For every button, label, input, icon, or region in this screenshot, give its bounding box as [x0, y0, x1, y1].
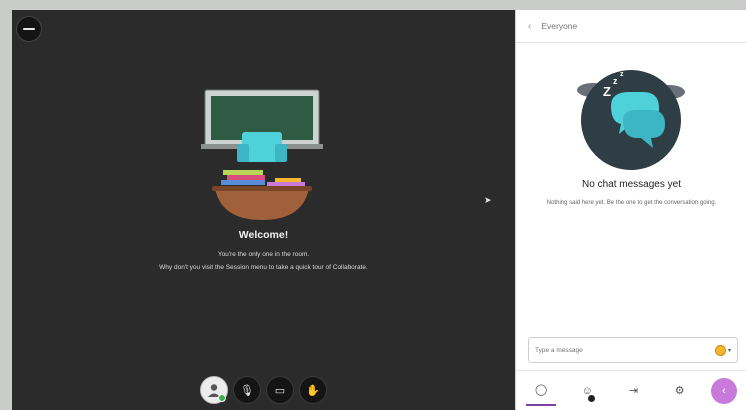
microphone-button[interactable]: 🎙 — [233, 376, 261, 404]
tab-chat[interactable]: ◯ — [526, 376, 557, 406]
main-stage: Welcome! You're the only one in the room… — [12, 10, 515, 410]
empty-chat-illustration: Z z z — [577, 70, 685, 170]
tab-settings[interactable]: ⚙ — [665, 376, 695, 406]
message-composer: ▾ — [528, 337, 738, 363]
tab-share-content[interactable]: ⇥ — [618, 376, 648, 406]
media-controls: 🎙 ▭ ✋ — [200, 376, 327, 404]
hand-raise-button[interactable]: ✋ — [299, 376, 327, 404]
svg-text:z: z — [613, 76, 618, 86]
tab-attendees[interactable]: ☺ — [572, 376, 602, 406]
chat-panel-header: ‹ Everyone — [516, 10, 746, 43]
chat-channel-title: Everyone — [541, 21, 578, 31]
share-icon: ⇥ — [628, 385, 639, 397]
panel-tab-bar: ◯ ☺ ⇥ ⚙ ‹ — [516, 370, 746, 410]
mic-muted-icon: 🎙 — [240, 384, 254, 397]
empty-chat-description: Nothing said here yet. Be the one to get… — [546, 200, 717, 206]
session-menu-button[interactable] — [16, 16, 42, 42]
chevron-down-icon: ▾ — [727, 347, 731, 354]
attendees-badge-icon — [588, 394, 596, 402]
message-input[interactable] — [535, 346, 715, 354]
online-status-icon — [218, 394, 226, 402]
svg-text:Z: Z — [603, 84, 611, 99]
welcome-illustration — [201, 89, 323, 220]
collapse-icon: ‹ — [722, 384, 726, 397]
empty-chat-title: No chat messages yet — [582, 179, 681, 190]
chat-icon: ◯ — [534, 384, 548, 396]
profile-button[interactable] — [200, 376, 228, 404]
welcome-message-line-1: You're the only one in the room. — [217, 251, 310, 258]
settings-icon: ⚙ — [674, 385, 685, 397]
app-window: Welcome! You're the only one in the room… — [0, 0, 746, 410]
back-arrow-icon[interactable]: ‹ — [528, 21, 531, 32]
svg-text:z: z — [620, 71, 624, 78]
welcome-message-line-2: Why don't you visit the Session menu to … — [159, 264, 368, 271]
welcome-title: Welcome! — [238, 229, 289, 241]
emoji-icon — [714, 344, 726, 356]
mouse-cursor-icon: ➤ — [484, 195, 492, 205]
hand-icon: ✋ — [306, 384, 320, 397]
menu-icon — [23, 28, 35, 30]
tab-collapse[interactable]: ‹ — [710, 377, 737, 404]
chat-panel: ‹ Everyone Z z z No chat messages yet No… — [515, 10, 746, 410]
camera-off-icon: ▭ — [274, 384, 286, 397]
camera-button[interactable]: ▭ — [266, 376, 294, 404]
emoji-picker-button[interactable]: ▾ — [714, 344, 731, 356]
